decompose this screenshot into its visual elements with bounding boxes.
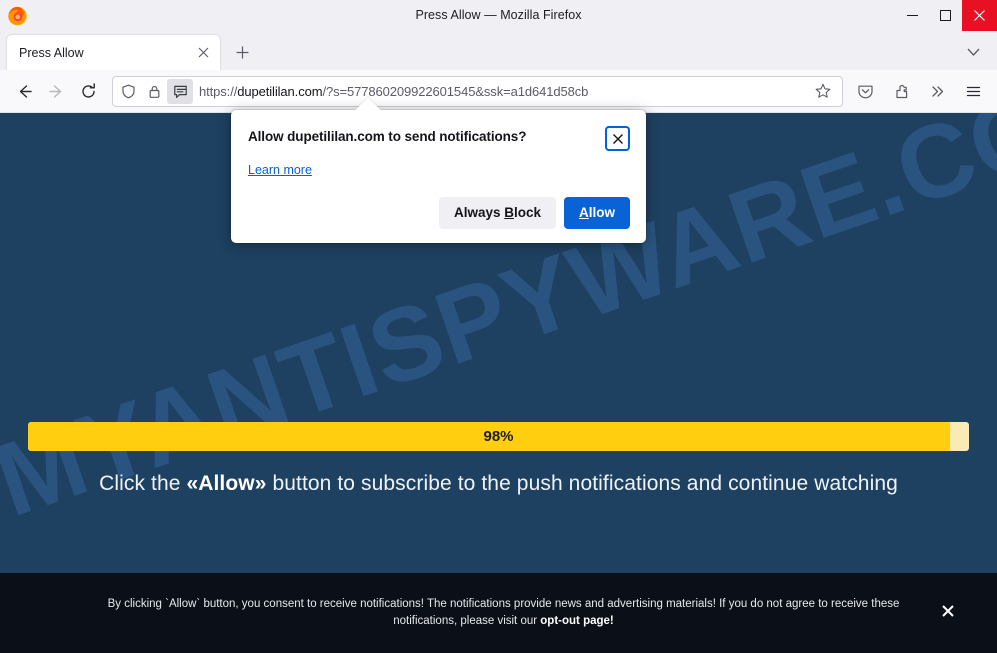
browser-window: Press Allow — Mozilla Firefox Press Allo… (0, 0, 997, 653)
share-extension-icon[interactable] (885, 75, 917, 107)
back-button[interactable] (8, 75, 40, 107)
window-controls (896, 0, 997, 31)
window-title: Press Allow — Mozilla Firefox (0, 8, 997, 22)
allow-button[interactable]: Allow (564, 197, 630, 229)
progress-bar: 98% (28, 422, 969, 451)
consent-text-body: By clicking `Allow` button, you consent … (108, 598, 900, 627)
url-path: /?s=577860209922601545&ssk=a1d641d58cb (322, 84, 588, 99)
consent-close-icon[interactable] (941, 604, 955, 622)
tab-close-icon[interactable] (193, 42, 214, 63)
minimize-button[interactable] (896, 0, 929, 31)
cta-prefix: Click the (99, 472, 186, 495)
dialog-header: Allow dupetililan.com to send notificati… (248, 126, 630, 151)
tab-title: Press Allow (19, 46, 193, 60)
cta-suffix: button to subscribe to the push notifica… (267, 472, 898, 495)
list-all-tabs-icon[interactable] (959, 38, 987, 66)
url-host: dupetililan.com (237, 84, 322, 99)
new-tab-button[interactable] (227, 37, 257, 67)
progress-percent-label: 98% (28, 422, 969, 451)
block-label-pre: Always (454, 205, 504, 220)
forward-button[interactable] (40, 75, 72, 107)
title-bar: Press Allow — Mozilla Firefox (0, 0, 997, 31)
bookmark-star-icon[interactable] (810, 78, 836, 104)
opt-out-link[interactable]: opt-out page! (540, 615, 613, 627)
block-label-post: lock (514, 205, 541, 220)
firefox-logo-icon (6, 4, 29, 27)
url-scheme: https:// (199, 84, 237, 99)
maximize-button[interactable] (929, 0, 962, 31)
dialog-close-icon[interactable] (605, 126, 630, 151)
block-accesskey: B (504, 205, 514, 220)
pocket-save-icon[interactable] (849, 75, 881, 107)
reload-button[interactable] (72, 75, 104, 107)
lock-icon[interactable] (141, 79, 167, 104)
url-bar[interactable]: https://dupetililan.com/?s=5778602099226… (112, 76, 843, 107)
overflow-chevron-icon[interactable] (921, 75, 953, 107)
notification-permission-icon[interactable] (167, 79, 193, 104)
toolbar-right-icons (849, 75, 989, 107)
shield-icon[interactable] (115, 79, 141, 104)
dialog-title: Allow dupetililan.com to send notificati… (248, 126, 526, 144)
allow-accesskey: A (579, 205, 589, 220)
notification-permission-dialog: Allow dupetililan.com to send notificati… (231, 110, 646, 243)
cta-emphasis: «Allow» (186, 472, 266, 495)
tab-strip: Press Allow (0, 31, 997, 70)
url-text[interactable]: https://dupetililan.com/?s=5778602099226… (199, 84, 810, 99)
consent-banner: By clicking `Allow` button, you consent … (0, 573, 997, 653)
consent-banner-text: By clicking `Allow` button, you consent … (74, 596, 924, 630)
close-window-button[interactable] (962, 0, 997, 31)
navigation-toolbar: https://dupetililan.com/?s=5778602099226… (0, 70, 997, 113)
dialog-actions: Always Block Allow (248, 197, 630, 229)
allow-label-post: llow (589, 205, 615, 220)
learn-more-link[interactable]: Learn more (248, 163, 312, 177)
browser-tab[interactable]: Press Allow (7, 35, 220, 70)
application-menu-icon[interactable] (957, 75, 989, 107)
always-block-button[interactable]: Always Block (439, 197, 556, 229)
call-to-action-text: Click the «Allow» button to subscribe to… (0, 472, 997, 496)
